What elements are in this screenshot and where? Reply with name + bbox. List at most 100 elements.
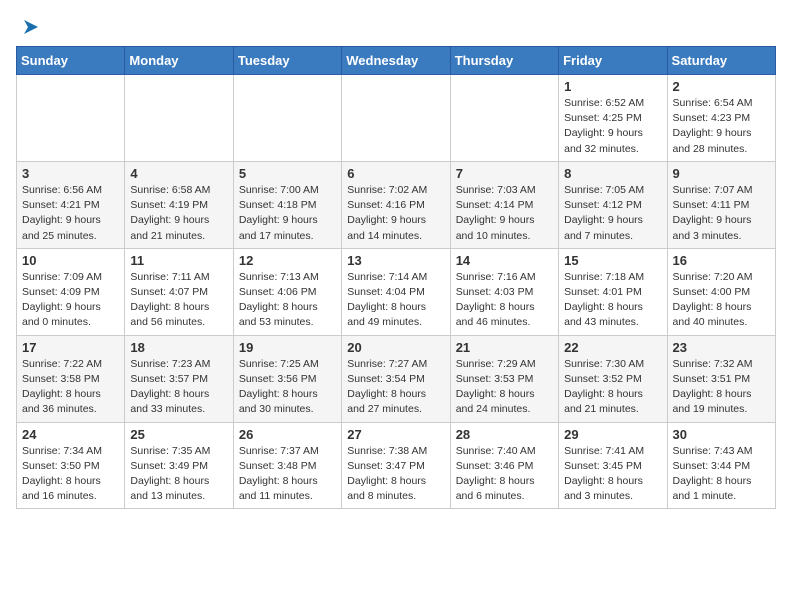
day-number: 25 (130, 427, 227, 442)
day-number: 29 (564, 427, 661, 442)
day-detail: Sunrise: 7:07 AM Sunset: 4:11 PM Dayligh… (673, 183, 770, 244)
day-detail: Sunrise: 7:30 AM Sunset: 3:52 PM Dayligh… (564, 357, 661, 418)
day-detail: Sunrise: 7:37 AM Sunset: 3:48 PM Dayligh… (239, 444, 336, 505)
day-number: 15 (564, 253, 661, 268)
calendar-cell: 19 Sunrise: 7:25 AM Sunset: 3:56 PM Dayli… (233, 335, 341, 422)
day-header-wednesday: Wednesday (342, 47, 450, 75)
day-detail: Sunrise: 7:29 AM Sunset: 3:53 PM Dayligh… (456, 357, 553, 418)
day-detail: Sunrise: 7:14 AM Sunset: 4:04 PM Dayligh… (347, 270, 444, 331)
calendar-cell: 7 Sunrise: 7:03 AM Sunset: 4:14 PM Daylig… (450, 161, 558, 248)
calendar-cell: 10Sunrise: 7:09 AM Sunset: 4:09 PM Dayli… (17, 248, 125, 335)
day-detail: Sunrise: 7:18 AM Sunset: 4:01 PM Dayligh… (564, 270, 661, 331)
logo (16, 16, 42, 38)
day-number: 2 (673, 79, 770, 94)
calendar-week-row: 1 Sunrise: 6:52 AM Sunset: 4:25 PM Daylig… (17, 75, 776, 162)
day-header-friday: Friday (559, 47, 667, 75)
calendar-cell: 23 Sunrise: 7:32 AM Sunset: 3:51 PM Dayli… (667, 335, 775, 422)
calendar-cell: 1 Sunrise: 6:52 AM Sunset: 4:25 PM Daylig… (559, 75, 667, 162)
day-detail: Sunrise: 6:54 AM Sunset: 4:23 PM Dayligh… (673, 96, 770, 157)
day-detail: Sunrise: 7:20 AM Sunset: 4:00 PM Dayligh… (673, 270, 770, 331)
day-number: 24 (22, 427, 119, 442)
day-number: 17 (22, 340, 119, 355)
day-number: 12 (239, 253, 336, 268)
day-number: 7 (456, 166, 553, 181)
day-detail: Sunrise: 7:35 AM Sunset: 3:49 PM Dayligh… (130, 444, 227, 505)
calendar-cell: 15 Sunrise: 7:18 AM Sunset: 4:01 PM Dayli… (559, 248, 667, 335)
day-detail: Sunrise: 6:58 AM Sunset: 4:19 PM Dayligh… (130, 183, 227, 244)
day-number: 23 (673, 340, 770, 355)
day-detail: Sunrise: 6:56 AM Sunset: 4:21 PM Dayligh… (22, 183, 119, 244)
day-detail: Sunrise: 7:43 AM Sunset: 3:44 PM Dayligh… (673, 444, 770, 505)
calendar-cell: 24 Sunrise: 7:34 AM Sunset: 3:50 PM Dayli… (17, 422, 125, 509)
day-detail: Sunrise: 7:02 AM Sunset: 4:16 PM Dayligh… (347, 183, 444, 244)
calendar-cell: 25 Sunrise: 7:35 AM Sunset: 3:49 PM Dayli… (125, 422, 233, 509)
day-detail: Sunrise: 7:27 AM Sunset: 3:54 PM Dayligh… (347, 357, 444, 418)
calendar-cell: 28Sunrise: 7:40 AM Sunset: 3:46 PM Dayli… (450, 422, 558, 509)
day-number: 1 (564, 79, 661, 94)
calendar-cell (125, 75, 233, 162)
calendar-cell: 13 Sunrise: 7:14 AM Sunset: 4:04 PM Dayli… (342, 248, 450, 335)
day-detail: Sunrise: 7:25 AM Sunset: 3:56 PM Dayligh… (239, 357, 336, 418)
day-header-thursday: Thursday (450, 47, 558, 75)
day-header-sunday: Sunday (17, 47, 125, 75)
calendar-cell: 27 Sunrise: 7:38 AM Sunset: 3:47 PM Dayli… (342, 422, 450, 509)
day-detail: Sunrise: 7:40 AM Sunset: 3:46 PM Dayligh… (456, 444, 553, 505)
day-detail: Sunrise: 7:32 AM Sunset: 3:51 PM Dayligh… (673, 357, 770, 418)
day-number: 16 (673, 253, 770, 268)
day-detail: Sunrise: 7:03 AM Sunset: 4:14 PM Dayligh… (456, 183, 553, 244)
calendar-cell: 20 Sunrise: 7:27 AM Sunset: 3:54 PM Dayli… (342, 335, 450, 422)
day-number: 14 (456, 253, 553, 268)
calendar-cell (342, 75, 450, 162)
day-number: 19 (239, 340, 336, 355)
calendar-cell: 14 Sunrise: 7:16 AM Sunset: 4:03 PM Dayli… (450, 248, 558, 335)
day-number: 22 (564, 340, 661, 355)
calendar-cell: 22 Sunrise: 7:30 AM Sunset: 3:52 PM Dayli… (559, 335, 667, 422)
calendar-cell: 21 Sunrise: 7:29 AM Sunset: 3:53 PM Dayli… (450, 335, 558, 422)
calendar: SundayMondayTuesdayWednesdayThursdayFrid… (16, 46, 776, 509)
calendar-cell: 29 Sunrise: 7:41 AM Sunset: 3:45 PM Dayli… (559, 422, 667, 509)
day-detail: Sunrise: 7:11 AM Sunset: 4:07 PM Dayligh… (130, 270, 227, 331)
day-number: 13 (347, 253, 444, 268)
day-number: 9 (673, 166, 770, 181)
day-number: 4 (130, 166, 227, 181)
calendar-cell: 3 Sunrise: 6:56 AM Sunset: 4:21 PM Daylig… (17, 161, 125, 248)
day-number: 30 (673, 427, 770, 442)
calendar-cell: 5 Sunrise: 7:00 AM Sunset: 4:18 PM Daylig… (233, 161, 341, 248)
calendar-week-row: 3 Sunrise: 6:56 AM Sunset: 4:21 PM Daylig… (17, 161, 776, 248)
logo-icon (20, 16, 42, 38)
day-detail: Sunrise: 7:16 AM Sunset: 4:03 PM Dayligh… (456, 270, 553, 331)
calendar-cell: 6Sunrise: 7:02 AM Sunset: 4:16 PM Daylig… (342, 161, 450, 248)
calendar-cell: 11 Sunrise: 7:11 AM Sunset: 4:07 PM Dayli… (125, 248, 233, 335)
day-number: 20 (347, 340, 444, 355)
calendar-cell (17, 75, 125, 162)
day-detail: Sunrise: 7:00 AM Sunset: 4:18 PM Dayligh… (239, 183, 336, 244)
day-detail: Sunrise: 7:05 AM Sunset: 4:12 PM Dayligh… (564, 183, 661, 244)
calendar-cell (233, 75, 341, 162)
day-number: 21 (456, 340, 553, 355)
calendar-cell: 18Sunrise: 7:23 AM Sunset: 3:57 PM Dayli… (125, 335, 233, 422)
day-detail: Sunrise: 7:38 AM Sunset: 3:47 PM Dayligh… (347, 444, 444, 505)
day-number: 5 (239, 166, 336, 181)
day-header-saturday: Saturday (667, 47, 775, 75)
day-number: 8 (564, 166, 661, 181)
calendar-week-row: 10Sunrise: 7:09 AM Sunset: 4:09 PM Dayli… (17, 248, 776, 335)
day-detail: Sunrise: 7:34 AM Sunset: 3:50 PM Dayligh… (22, 444, 119, 505)
day-number: 27 (347, 427, 444, 442)
day-detail: Sunrise: 7:41 AM Sunset: 3:45 PM Dayligh… (564, 444, 661, 505)
calendar-header-row: SundayMondayTuesdayWednesdayThursdayFrid… (17, 47, 776, 75)
header (16, 16, 776, 38)
calendar-week-row: 17 Sunrise: 7:22 AM Sunset: 3:58 PM Dayli… (17, 335, 776, 422)
calendar-cell: 17 Sunrise: 7:22 AM Sunset: 3:58 PM Dayli… (17, 335, 125, 422)
day-number: 11 (130, 253, 227, 268)
day-detail: Sunrise: 7:09 AM Sunset: 4:09 PM Dayligh… (22, 270, 119, 331)
calendar-cell: 4 Sunrise: 6:58 AM Sunset: 4:19 PM Daylig… (125, 161, 233, 248)
day-detail: Sunrise: 7:22 AM Sunset: 3:58 PM Dayligh… (22, 357, 119, 418)
day-number: 3 (22, 166, 119, 181)
day-header-tuesday: Tuesday (233, 47, 341, 75)
calendar-week-row: 24 Sunrise: 7:34 AM Sunset: 3:50 PM Dayli… (17, 422, 776, 509)
day-detail: Sunrise: 7:23 AM Sunset: 3:57 PM Dayligh… (130, 357, 227, 418)
calendar-cell: 2 Sunrise: 6:54 AM Sunset: 4:23 PM Daylig… (667, 75, 775, 162)
calendar-cell: 30 Sunrise: 7:43 AM Sunset: 3:44 PM Dayli… (667, 422, 775, 509)
day-detail: Sunrise: 7:13 AM Sunset: 4:06 PM Dayligh… (239, 270, 336, 331)
day-detail: Sunrise: 6:52 AM Sunset: 4:25 PM Dayligh… (564, 96, 661, 157)
